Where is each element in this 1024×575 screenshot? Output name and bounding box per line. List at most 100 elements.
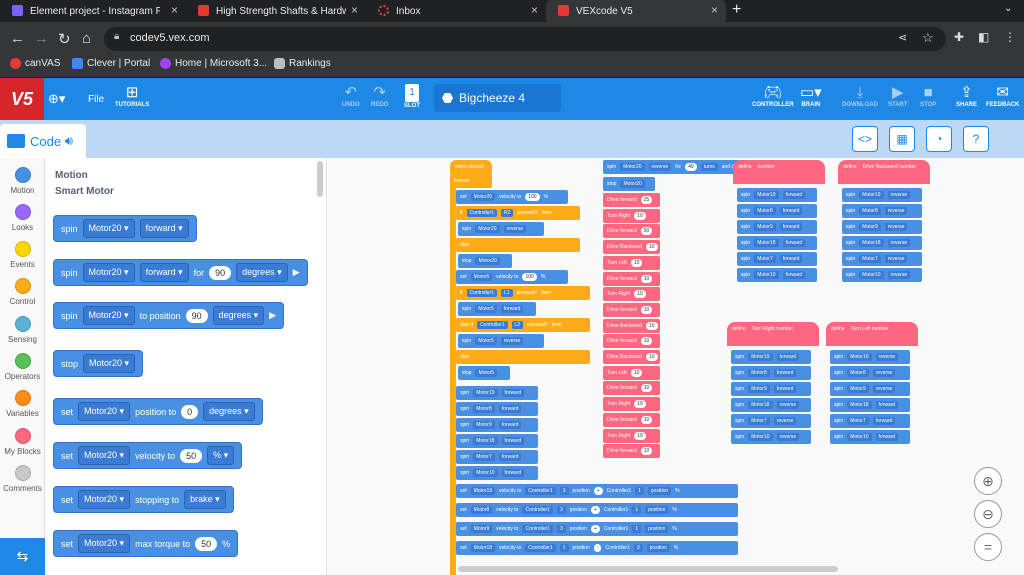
omnibox[interactable] bbox=[104, 27, 946, 51]
main-block[interactable]: spin Motor20 reverse bbox=[458, 222, 544, 236]
back-icon[interactable]: ← bbox=[10, 30, 25, 47]
define-block[interactable]: define Drive Backward number bbox=[838, 160, 930, 184]
unit-dropdown[interactable]: degrees bbox=[236, 263, 288, 282]
category-sensing[interactable]: Sensing bbox=[0, 316, 45, 344]
category-variables[interactable]: Variables bbox=[0, 390, 45, 418]
main-block[interactable]: else bbox=[456, 238, 580, 252]
spin-block[interactable]: spin Motor10 forward bbox=[830, 430, 910, 444]
call-block[interactable]: Drive Backward 10 bbox=[603, 350, 660, 364]
block-stop[interactable]: stop Motor20 bbox=[53, 350, 144, 377]
unit-dropdown[interactable]: % bbox=[207, 446, 235, 465]
forward-icon[interactable]: → bbox=[34, 30, 49, 47]
category-control[interactable]: Control bbox=[0, 278, 45, 306]
devices-button[interactable]: ▦ bbox=[889, 126, 915, 152]
spin-block[interactable]: spin Motor8 forward bbox=[731, 366, 811, 380]
palette-scrollbar[interactable] bbox=[317, 161, 323, 197]
category-motion[interactable]: Motion bbox=[0, 167, 45, 195]
close-icon[interactable]: × bbox=[531, 3, 538, 17]
category-comments[interactable]: Comments bbox=[0, 465, 45, 493]
main-block[interactable]: spin Motor5 reverse bbox=[458, 334, 544, 348]
zoom-reset-button[interactable]: = bbox=[974, 533, 1002, 561]
call-block[interactable]: Turn Left 10 bbox=[603, 255, 660, 270]
spin-block[interactable]: spin Motor7 forward bbox=[830, 414, 910, 428]
number-input[interactable]: 0 bbox=[181, 404, 199, 419]
spin-block[interactable]: spin Motor18 reverse bbox=[842, 236, 922, 250]
block-spin[interactable]: spinMotor20forward bbox=[53, 215, 197, 242]
spin-block[interactable]: spin Motor10 forward bbox=[456, 466, 538, 480]
spin-block[interactable]: spin Motor18 reverse bbox=[731, 398, 811, 412]
main-block[interactable]: else if Controller1 L2 pressed? then bbox=[456, 318, 590, 332]
call-block[interactable]: Turn Right 10 bbox=[603, 287, 660, 302]
close-icon[interactable]: × bbox=[351, 3, 358, 17]
number-input[interactable]: 90 bbox=[209, 265, 232, 280]
call-block[interactable]: Drive forward 10 bbox=[603, 412, 660, 427]
call-block[interactable]: Drive Backward 10 bbox=[603, 240, 660, 255]
reload-icon[interactable]: ↻ bbox=[58, 30, 71, 48]
velocity-block[interactable]: set Motor9 velocity to Controller1 3 position… bbox=[456, 522, 738, 536]
call-block[interactable]: Drive forward 50 bbox=[603, 224, 660, 239]
main-block[interactable]: if Controller1 R2 pressed? then bbox=[456, 206, 580, 220]
category-events[interactable]: Events bbox=[0, 241, 45, 269]
globe-icon[interactable]: ⊕▾ bbox=[48, 91, 65, 107]
call-block[interactable]: Turn Right 10 bbox=[603, 397, 660, 412]
unit-dropdown[interactable]: degrees bbox=[212, 306, 265, 325]
browser-tab-instagram[interactable]: Element project - Instagram Po × bbox=[0, 0, 186, 22]
spin-block[interactable]: spin Motor10 forward bbox=[737, 268, 817, 282]
dashboard-button[interactable]: ◔ bbox=[926, 126, 952, 152]
extensions-button[interactable]: ⇆ bbox=[0, 538, 45, 575]
main-block[interactable]: stop Motor5 bbox=[458, 366, 510, 380]
bookmark-canvas[interactable]: canVAS bbox=[10, 58, 60, 69]
extensions-icon[interactable]: ✚ bbox=[954, 30, 964, 44]
sidepanel-icon[interactable]: ◧ bbox=[978, 30, 989, 44]
call-block[interactable]: Drive Backward 10 bbox=[603, 318, 660, 333]
spin-block[interactable]: spin Motor10 reverse bbox=[842, 268, 922, 282]
main-block[interactable]: stop Motor20 bbox=[458, 254, 512, 268]
category-operators[interactable]: Operators bbox=[0, 353, 45, 381]
velocity-block[interactable]: set Motor18 velocity to Controller1 1 positio… bbox=[456, 541, 738, 555]
motor-dropdown[interactable]: Motor20 bbox=[83, 354, 136, 373]
spin-block[interactable]: spin Motor8 forward bbox=[456, 402, 538, 416]
download-button[interactable]: ⤓ DOWNLOAD bbox=[842, 84, 878, 108]
category-my-blocks[interactable]: My Blocks bbox=[0, 428, 45, 456]
spin-block[interactable]: spin Motor8 forward bbox=[737, 204, 817, 218]
motor-dropdown[interactable]: Motor20 bbox=[82, 219, 135, 238]
controller-button[interactable]: 🎮︎ CONTROLLER bbox=[752, 84, 794, 108]
project-name-field[interactable]: Bigcheeze 4 bbox=[434, 84, 561, 112]
define-block[interactable]: define Turn Right number bbox=[727, 322, 819, 346]
bookmark-microsoft[interactable]: Home | Microsoft 3... bbox=[160, 58, 267, 69]
start-button[interactable]: ▶ START bbox=[888, 84, 908, 108]
url-text[interactable]: codev5.vex.com bbox=[130, 32, 209, 44]
main-block[interactable]: set Motor5 velocity to 100% bbox=[456, 270, 568, 284]
browser-tab-vexcode[interactable]: VEXcode V5 × bbox=[546, 0, 726, 22]
define-block[interactable]: define Turn Left number bbox=[826, 322, 918, 346]
help-button[interactable]: ? bbox=[963, 126, 989, 152]
call-block[interactable]: Drive forward 25 bbox=[603, 193, 660, 207]
spin-block[interactable]: spin Motor10 reverse bbox=[731, 430, 811, 444]
undo-button[interactable]: ↶ UNDO bbox=[342, 84, 360, 108]
stopping-dropdown[interactable]: brake bbox=[184, 490, 226, 509]
zoom-out-button[interactable]: ⊖ bbox=[974, 500, 1002, 528]
code-viewer-button[interactable]: <> bbox=[852, 126, 878, 152]
redo-button[interactable]: ↷ REDO bbox=[371, 84, 388, 108]
call-block[interactable]: Turn Right 10 bbox=[603, 428, 660, 443]
spin-block[interactable]: spin Motor9 forward bbox=[737, 220, 817, 234]
spin-block[interactable]: spin Motor7 forward bbox=[737, 252, 817, 266]
file-menu[interactable]: File bbox=[88, 94, 104, 105]
spin-block[interactable]: spin Motor18 forward bbox=[830, 398, 910, 412]
spin-block[interactable]: spin Motor7 reverse bbox=[731, 414, 811, 428]
motor-dropdown[interactable]: Motor20 bbox=[78, 446, 131, 465]
motor-dropdown[interactable]: Motor20 bbox=[82, 306, 135, 325]
spin-block[interactable]: spin Motor7 forward bbox=[456, 450, 538, 464]
star-icon[interactable]: ☆ bbox=[922, 30, 934, 46]
brain-button[interactable]: ▭▾ BRAIN bbox=[800, 84, 822, 108]
direction-dropdown[interactable]: forward bbox=[139, 263, 189, 282]
velocity-block[interactable]: set Motor19 velocity to Controller1 3 positio… bbox=[456, 484, 738, 498]
new-tab-button[interactable]: + bbox=[732, 1, 741, 19]
share-button[interactable]: ⇪ SHARE bbox=[956, 84, 977, 108]
unit-dropdown[interactable]: degrees bbox=[203, 402, 255, 421]
browser-tab-shafts[interactable]: High Strength Shafts & Hardwa × bbox=[186, 0, 366, 22]
call-block[interactable]: Drive forward 10 bbox=[603, 444, 660, 459]
bookmark-clever[interactable]: Clever | Portal bbox=[72, 58, 150, 69]
share-icon[interactable]: ⋖ bbox=[898, 31, 907, 44]
call-block[interactable]: Drive forward 10 bbox=[603, 381, 660, 396]
